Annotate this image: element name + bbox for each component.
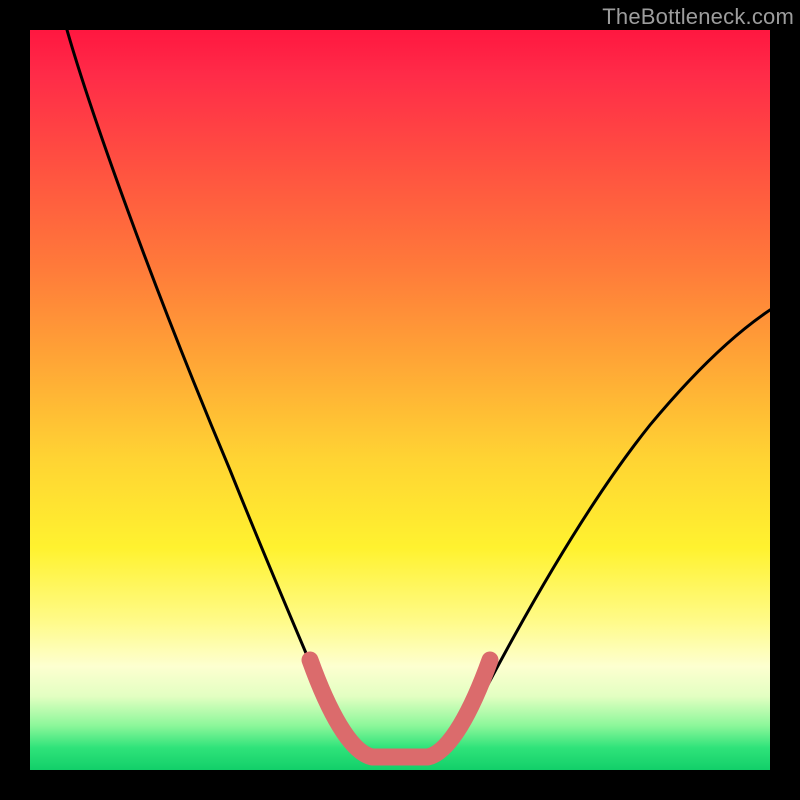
watermark-text: TheBottleneck.com <box>602 4 794 30</box>
chart-gradient-background <box>30 30 770 770</box>
chart-frame: TheBottleneck.com <box>0 0 800 800</box>
